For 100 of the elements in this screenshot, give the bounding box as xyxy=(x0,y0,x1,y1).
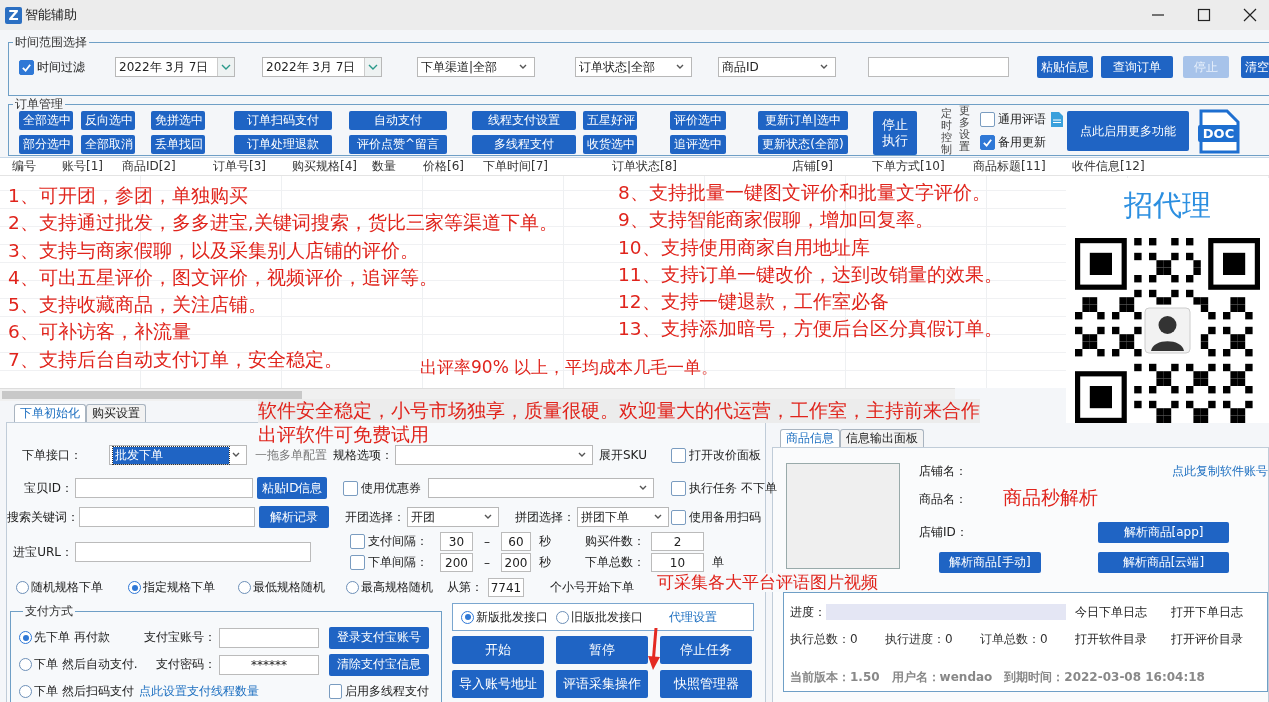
action-button[interactable]: 线程支付设置 xyxy=(472,111,576,130)
action-button[interactable]: 全部选中 xyxy=(19,111,73,130)
column-header[interactable]: 店铺[9] xyxy=(780,158,860,175)
task-button[interactable]: 导入账号地址 xyxy=(452,670,544,698)
date-picker[interactable]: 2022年 3月 7日 xyxy=(262,57,382,77)
action-button[interactable]: 评价选中 xyxy=(670,111,726,130)
column-header[interactable]: 价格[6] xyxy=(411,158,471,175)
radio-label[interactable]: 下单 然后扫码支付 xyxy=(34,683,134,700)
action-button[interactable]: 评价点赞^留言 xyxy=(349,135,447,154)
column-header[interactable]: 订单号[3] xyxy=(201,158,280,175)
tab[interactable]: 下单初始化 xyxy=(14,404,86,422)
column-header[interactable]: 下单时间[7] xyxy=(471,158,600,175)
task-button[interactable]: 开始 xyxy=(452,636,544,664)
action-button[interactable]: 追评选中 xyxy=(670,135,726,154)
dropdown[interactable]: 下单渠道|全部 xyxy=(417,57,535,77)
radio-label[interactable]: 最高规格随机 xyxy=(361,579,433,596)
folder-link[interactable]: 打开软件目录 xyxy=(1075,630,1171,648)
interface-dropdown[interactable]: 批发下单 xyxy=(109,445,247,465)
copy-account-link[interactable]: 点此复制软件账号 xyxy=(1172,463,1268,480)
task-button[interactable]: 评语采集操作 xyxy=(556,670,648,698)
action-button[interactable]: 全部取消 xyxy=(81,135,135,154)
action-button[interactable]: 更新状态(全部) xyxy=(758,135,848,154)
url-field[interactable] xyxy=(75,542,311,562)
keyword-field[interactable] xyxy=(79,507,255,527)
tab[interactable]: 信息输出面板 xyxy=(840,429,924,447)
task-button[interactable]: 快照管理器 xyxy=(660,670,752,698)
task-button[interactable]: 暂停 xyxy=(556,636,648,664)
number-field[interactable]: 200 xyxy=(440,553,473,572)
number-field[interactable]: 30 xyxy=(440,532,473,551)
column-header[interactable]: 收件信息[12] xyxy=(1060,158,1180,175)
interval-checkbox[interactable]: 支付间隔： xyxy=(350,533,428,550)
number-field[interactable]: 2 xyxy=(651,532,704,551)
radio-label[interactable]: 最低规格随机 xyxy=(253,579,325,596)
search-field[interactable] xyxy=(868,57,1009,77)
thread-settings-link[interactable]: 点此设置支付线程数量 xyxy=(139,683,329,700)
stop-button[interactable]: 停止执行 xyxy=(873,111,917,155)
date-picker[interactable]: 2022年 3月 7日 xyxy=(115,57,235,77)
option-checkbox[interactable]: 通用评语 xyxy=(980,111,1046,128)
proxy-settings-link[interactable]: 代理设置 xyxy=(669,608,717,626)
time-filter-checkbox[interactable]: 时间过滤 xyxy=(19,58,85,76)
coupon-dropdown[interactable] xyxy=(428,478,654,498)
password-field[interactable]: ****** xyxy=(219,654,319,675)
radio-label[interactable]: 随机规格下单 xyxy=(31,579,103,596)
number-field[interactable]: 60 xyxy=(501,532,531,551)
payment-button[interactable]: 登录支付宝账号 xyxy=(329,626,429,649)
option-checkbox[interactable]: 打开改价面板 xyxy=(671,446,761,464)
toolbar-button[interactable]: 粘贴信息 xyxy=(1037,56,1093,78)
option-checkbox[interactable]: 备用更新 xyxy=(980,134,1046,151)
log-link[interactable]: 今日下单日志 xyxy=(1075,603,1171,621)
item-id-field[interactable] xyxy=(75,478,253,498)
parse-button[interactable]: 解析商品[手动] xyxy=(939,551,1041,573)
toolbar-button[interactable]: 清空 xyxy=(1241,56,1269,78)
radio-button[interactable] xyxy=(346,581,359,594)
radio-label[interactable]: 新版批发接口 xyxy=(476,608,548,626)
action-button[interactable]: 多线程支付 xyxy=(472,135,576,154)
parse-button[interactable]: 解析商品[云端] xyxy=(1098,551,1229,573)
more-features-button[interactable]: 点此启用更多功能 xyxy=(1067,111,1189,151)
radio-label[interactable]: 下单 然后自动支付. xyxy=(34,656,138,673)
column-header[interactable]: 数量 xyxy=(360,158,411,175)
column-header[interactable]: 账号[1] xyxy=(50,158,110,175)
log-link[interactable]: 打开下单日志 xyxy=(1171,603,1267,621)
interval-checkbox[interactable]: 下单间隔： xyxy=(350,554,428,571)
column-header[interactable]: 下单方式[10] xyxy=(860,158,961,175)
number-field[interactable]: 200 xyxy=(501,553,531,572)
tab[interactable]: 购买设置 xyxy=(86,404,146,422)
radio-label[interactable]: 先下单 再付款 xyxy=(34,629,110,646)
action-button[interactable]: 更新订单|选中 xyxy=(758,111,848,130)
group-dropdown[interactable]: 开团 xyxy=(407,507,499,527)
radio-button[interactable] xyxy=(461,610,474,624)
action-button[interactable]: 丢单找回 xyxy=(151,135,205,154)
dropdown[interactable]: 订单状态|全部 xyxy=(575,57,692,77)
action-button[interactable]: 自动支付 xyxy=(349,111,447,130)
column-header[interactable]: 商品标题[11] xyxy=(961,158,1060,175)
group-dropdown[interactable]: 拼团下单 xyxy=(577,507,669,527)
spec-dropdown[interactable] xyxy=(395,445,593,465)
account-field[interactable] xyxy=(219,627,319,648)
option-checkbox[interactable]: 执行任务 不下单 xyxy=(671,479,777,497)
tab[interactable]: 商品信息 xyxy=(780,429,840,447)
action-button[interactable]: 订单处理退款 xyxy=(234,135,332,154)
start-number-field[interactable]: 7741 xyxy=(488,578,524,597)
radio-label[interactable]: 指定规格下单 xyxy=(143,579,215,596)
dropdown[interactable]: 商品ID xyxy=(718,57,836,77)
radio-button[interactable] xyxy=(556,610,569,624)
radio-button[interactable] xyxy=(16,581,29,594)
radio-button[interactable] xyxy=(19,631,32,644)
coupon-checkbox[interactable]: 使用优惠券 xyxy=(343,479,421,497)
folder-link[interactable]: 打开评价目录 xyxy=(1171,630,1267,648)
column-header[interactable]: 购买规格[4] xyxy=(280,158,360,175)
action-button[interactable]: 订单扫码支付 xyxy=(234,111,332,130)
option-checkbox[interactable]: 使用备用扫码 xyxy=(671,508,761,526)
payment-button[interactable]: 清除支付宝信息 xyxy=(329,653,429,676)
paste-button[interactable]: 粘贴ID信息 xyxy=(257,477,327,499)
action-button[interactable]: 五星好评 xyxy=(583,111,637,130)
radio-button[interactable] xyxy=(238,581,251,594)
action-button[interactable]: 反向选中 xyxy=(81,111,135,130)
multithread-checkbox[interactable]: 启用多线程支付 xyxy=(329,683,429,700)
parse-record-button[interactable]: 解析记录 xyxy=(259,506,329,528)
close-button[interactable] xyxy=(1243,8,1257,22)
action-button[interactable]: 收货选中 xyxy=(583,135,637,154)
column-header[interactable]: 订单状态[8] xyxy=(600,158,780,175)
